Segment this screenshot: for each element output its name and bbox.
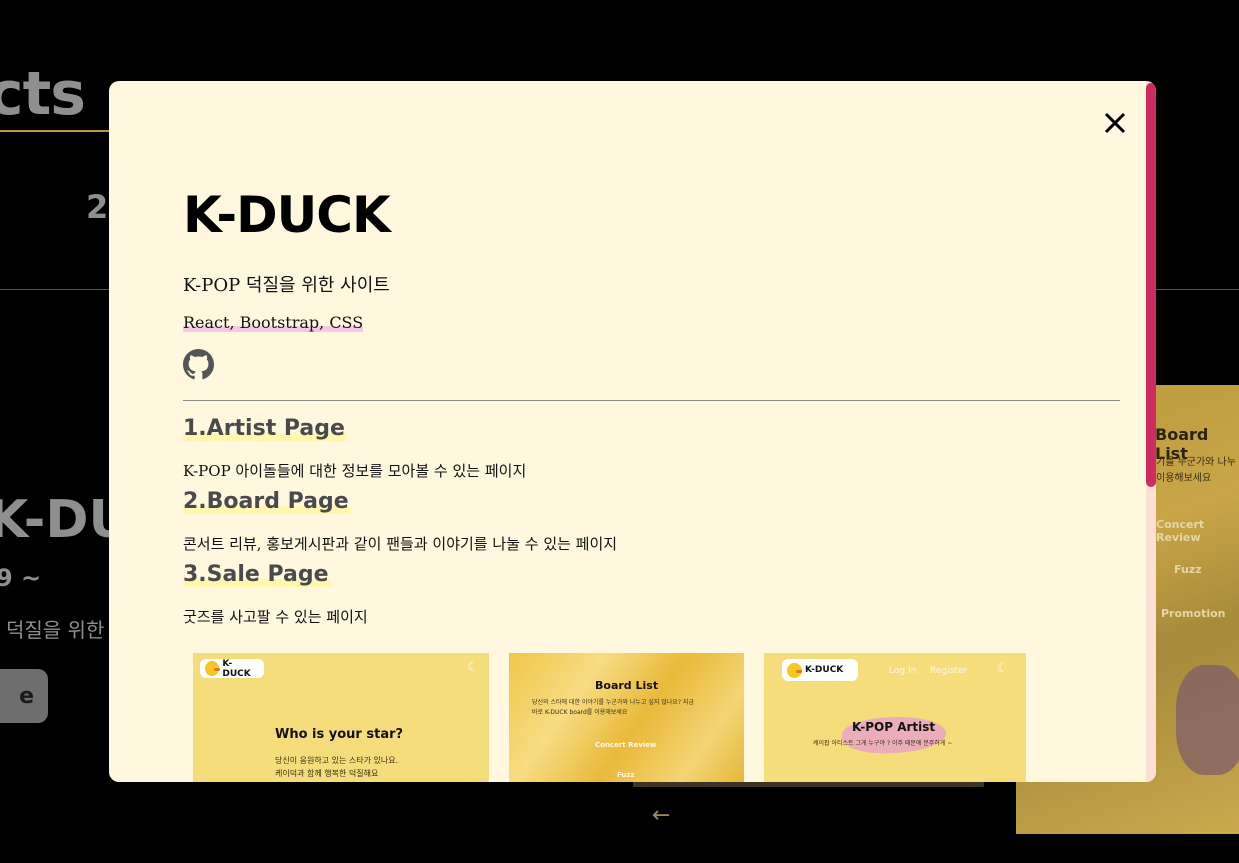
screenshot-heading: Board List bbox=[595, 679, 659, 692]
section-heading-sale: 3.Sale Page bbox=[183, 562, 331, 587]
bg-title-underline bbox=[0, 130, 115, 132]
side-card-illustration bbox=[1176, 665, 1239, 775]
moon-icon: ☾ bbox=[467, 660, 479, 675]
bg-project-date: 9 ~ bbox=[0, 564, 42, 592]
section-heading-board: 2.Board Page bbox=[183, 489, 351, 514]
github-icon[interactable] bbox=[183, 349, 214, 380]
section-text-board: 콘서트 리뷰, 홍보게시판과 같이 팬들과 이야기를 나눌 수 있는 페이지 bbox=[183, 535, 618, 553]
kduck-logo: K-DUCK bbox=[782, 659, 858, 681]
side-card-link: Promotion bbox=[1161, 607, 1226, 620]
screenshot-kpop-artist[interactable]: K-DUCK Log In Register ☾ K-POP Artist 케이… bbox=[764, 653, 1026, 782]
bg-project-number: 2 bbox=[86, 188, 109, 226]
screenshot-text: 당신이 응원하고 있는 스타가 있나요. 케이덕과 함께 행복한 덕질해요 bbox=[275, 756, 399, 778]
section-heading-artist: 1.Artist Page bbox=[183, 416, 347, 441]
side-card-link: Concert Review bbox=[1156, 518, 1205, 544]
screenshot-heading: K-POP Artist bbox=[852, 720, 936, 734]
bg-more-button[interactable]: e bbox=[0, 669, 48, 723]
login-link: Log In bbox=[889, 666, 917, 676]
modal-scrollbar-thumb[interactable] bbox=[1146, 83, 1156, 487]
project-modal: K-DUCK K-POP 덕질을 위한 사이트 React, Bootstrap… bbox=[109, 81, 1156, 782]
screenshot-link: Concert Review bbox=[595, 741, 657, 749]
project-title: K-DUCK bbox=[183, 186, 391, 244]
project-subtitle: K-POP 덕질을 위한 사이트 bbox=[183, 275, 390, 296]
modal-divider bbox=[183, 400, 1120, 401]
bg-prev-arrow-icon[interactable]: ← bbox=[652, 803, 670, 828]
close-icon[interactable] bbox=[1100, 108, 1130, 138]
register-link: Register bbox=[930, 666, 968, 676]
screenshot-artist-home[interactable]: K-DUCK ☾ Who is your star? 당신이 응원하고 있는 스… bbox=[193, 653, 489, 782]
kduck-logo: K-DUCK bbox=[200, 659, 264, 679]
side-card-text: 기를 누군가와 나누 이용해보세요 bbox=[1156, 457, 1236, 484]
section-text-artist: K-POP 아이돌들에 대한 정보를 모아볼 수 있는 페이지 bbox=[183, 462, 527, 480]
screenshot-text: 당신의 스타에 대한 이야기를 누군가와 나누고 싶지 않나요? 지금 바로 K… bbox=[532, 699, 694, 716]
duck-icon bbox=[205, 661, 221, 676]
bg-project-description: 덕질을 위한 bbox=[6, 618, 105, 642]
project-tech-stack: React, Bootstrap, CSS bbox=[183, 313, 364, 332]
moon-icon: ☾ bbox=[997, 661, 1009, 676]
screenshot-heading: Who is your star? bbox=[275, 727, 404, 742]
duck-icon bbox=[787, 662, 802, 678]
screenshot-text: 케이팝 아티스트 그게 누구야 ? 이주 때문에 분주하게 ~ bbox=[813, 740, 953, 747]
section-text-sale: 굿즈를 사고팔 수 있는 페이지 bbox=[183, 608, 368, 626]
screenshot-board-list[interactable]: Board List 당신의 스타에 대한 이야기를 누군가와 나누고 싶지 않… bbox=[509, 653, 744, 782]
side-card-link: Fuzz bbox=[1174, 563, 1202, 576]
bg-section-title: cts bbox=[0, 59, 86, 129]
screenshot-link: Fuzz bbox=[617, 771, 635, 779]
